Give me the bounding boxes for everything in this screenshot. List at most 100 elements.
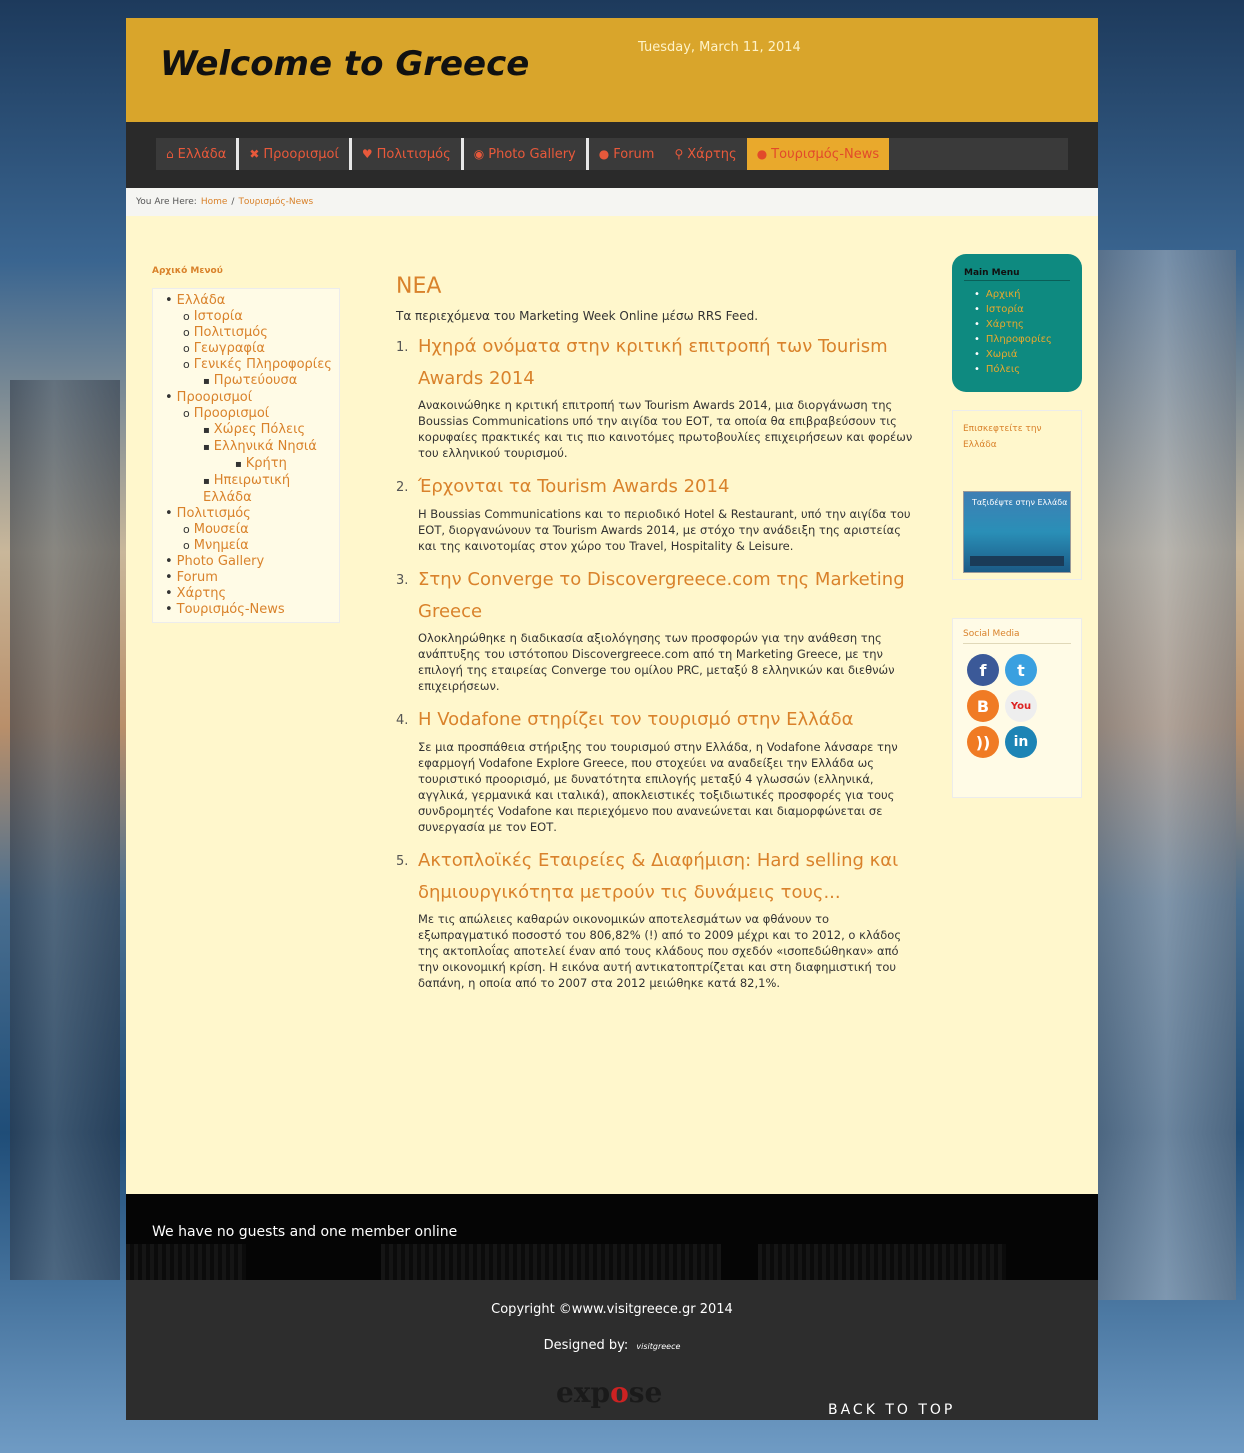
designed-by-label: Designed by: <box>543 1338 629 1353</box>
video-module-title: Επισκεφτείτε την Ελλάδα <box>963 424 1042 450</box>
news-title[interactable]: 4. Η Vodafone στηρίζει τον τουρισμό στην… <box>396 704 916 737</box>
menu-item-crete[interactable]: Κρήτη <box>165 456 339 473</box>
news-title[interactable]: 3. Στην Converge το Discovergreece.com τ… <box>396 564 916 628</box>
video-module: Επισκεφτείτε την Ελλάδα Ταξιδέψτε στην Ε… <box>952 410 1082 580</box>
menu-item-museums[interactable]: Μουσεία <box>165 522 339 538</box>
copyright: Copyright ©www.visitgreece.gr 2014 <box>491 1302 733 1317</box>
menu-item-map[interactable]: Χάρτης <box>165 586 339 602</box>
news-number: 1. <box>396 340 409 355</box>
menu-item-history[interactable]: Ιστορία <box>165 309 339 325</box>
video-thumbnail[interactable]: Ταξιδέψτε στην Ελλάδα <box>963 491 1071 573</box>
menu-item-culture[interactable]: Πολιτισμός <box>165 325 339 341</box>
news-title-link[interactable]: Έρχονται τα Tourism Awards 2014 <box>418 471 729 504</box>
nav-item-map[interactable]: ⚲ Χάρτης <box>664 138 746 170</box>
news-body: Με τις απώλειες καθαρών οικονομικών αποτ… <box>418 912 902 990</box>
main-menu-item[interactable]: Πληροφορίες <box>974 332 1070 347</box>
news-title-link[interactable]: Η Vodafone στηρίζει τον τουρισμό στην Ελ… <box>418 704 854 737</box>
news-body: Ανακοινώθηκε η κριτική επιτροπή των Tour… <box>418 398 913 460</box>
footer-pattern <box>758 1244 1006 1280</box>
background-column-right <box>1096 250 1236 1300</box>
menu-item-label: Μουσεία <box>193 522 249 537</box>
menu-item-forum[interactable]: Forum <box>165 570 339 586</box>
news-number: 5. <box>396 854 409 869</box>
menu-item-label: Forum <box>176 570 218 585</box>
menu-item-photo-gallery[interactable]: Photo Gallery <box>165 554 339 570</box>
logo-text-b: se <box>628 1376 663 1409</box>
nav-item-label: Ελλάδα <box>177 146 227 162</box>
social-media-title: Social Media <box>963 629 1071 644</box>
breadcrumb-home[interactable]: Home <box>201 197 228 207</box>
main-menu-item[interactable]: Πόλεις <box>974 362 1070 377</box>
news-item: 4. Η Vodafone στηρίζει τον τουρισμό στην… <box>396 704 916 835</box>
news-title-link[interactable]: Στην Converge το Discovergreece.com της … <box>418 564 916 628</box>
menu-item-capital[interactable]: Πρωτεύουσα <box>165 373 339 390</box>
main-menu-module: Main Menu Αρχική Ιστορία Χάρτης Πληροφορ… <box>952 254 1082 392</box>
nav-item-label: Χάρτης <box>687 146 737 162</box>
nav-item-culture[interactable]: ♥ Πολιτισμός <box>352 138 464 170</box>
logo-text-o: o <box>610 1376 629 1409</box>
designer-brand[interactable]: visitgreece <box>636 1342 680 1351</box>
news-item: 1. Ηχηρά ονόματα στην κριτική επιτροπή τ… <box>396 331 916 461</box>
main-menu-item[interactable]: Ιστορία <box>974 302 1070 317</box>
menu-item-label: Προορισμοί <box>176 390 253 405</box>
main-menu-item[interactable]: Αρχική <box>974 287 1070 302</box>
nav-item-forum[interactable]: ● Forum <box>589 138 665 170</box>
video-player-bar[interactable] <box>970 556 1064 566</box>
menu-item-countries-cities[interactable]: Χώρες Πόλεις <box>165 422 339 439</box>
menu-item-greece[interactable]: Ελλάδα <box>165 293 339 309</box>
site-title[interactable]: Welcome to Greece <box>160 44 529 84</box>
menu-item-tourism-news[interactable]: Τουρισμός-News <box>165 602 339 618</box>
news-body: Η Boussias Communications και το περιοδι… <box>418 507 911 553</box>
nav-item-destinations[interactable]: ✖ Προορισμοί <box>239 138 352 170</box>
youtube-icon[interactable]: You <box>1005 690 1037 722</box>
menu-item-label: Τουρισμός-News <box>176 602 285 617</box>
menu-item-destinations[interactable]: Προορισμοί <box>165 390 339 406</box>
news-title-link[interactable]: Ακτοπλοϊκές Εταιρείες & Διαφήμιση: Hard … <box>418 845 916 909</box>
news-body: Ολοκληρώθηκε η διαδικασία αξιολόγησης τω… <box>418 631 895 693</box>
menu-item-mainland-greece[interactable]: Ηπειρωτική Ελλάδα <box>165 473 339 506</box>
social-media-module: Social Media f t B You )) in <box>952 618 1082 798</box>
twitter-icon[interactable]: t <box>1005 654 1037 686</box>
news-title-link[interactable]: Ηχηρά ονόματα στην κριτική επιτροπή των … <box>418 331 916 395</box>
news-title[interactable]: 5. Ακτοπλοϊκές Εταιρείες & Διαφήμιση: Ha… <box>396 845 916 909</box>
menu-item-label: Ιστορία <box>193 309 243 324</box>
breadcrumb-prefix: You Are Here: <box>136 197 197 207</box>
video-caption: Ταξιδέψτε στην Ελλάδα <box>972 498 1068 507</box>
main-menu-title: Main Menu <box>964 268 1070 281</box>
rss-icon[interactable]: )) <box>967 726 999 758</box>
menu-item-label: Ηπειρωτική Ελλάδα <box>203 473 291 505</box>
menu-item-culture-top[interactable]: Πολιτισμός <box>165 506 339 522</box>
intro-text: Τα περιεχόμενα του Marketing Week Online… <box>396 309 759 323</box>
menu-item-geography[interactable]: Γεωγραφία <box>165 341 339 357</box>
menu-item-label: Γεωγραφία <box>193 341 265 356</box>
blogger-icon[interactable]: B <box>967 690 999 722</box>
nav-item-greece[interactable]: ⌂ Ελλάδα <box>156 138 240 170</box>
facebook-icon[interactable]: f <box>967 654 999 686</box>
menu-item-general-info[interactable]: Γενικές Πληροφορίες <box>165 357 339 373</box>
nav-item-label: Τουρισμός-News <box>771 146 880 162</box>
cross-icon: ✖ <box>249 147 260 161</box>
main-menu-item[interactable]: Χωριά <box>974 347 1070 362</box>
main-menu-item[interactable]: Χάρτης <box>974 317 1070 332</box>
nav-item-tourism-news[interactable]: ● Τουρισμός-News <box>746 138 890 170</box>
menu-item-monuments[interactable]: Μνημεία <box>165 538 339 554</box>
menu-item-greek-islands[interactable]: Ελληνικά Νησιά <box>165 439 339 456</box>
social-icons: f t B You )) in <box>963 654 1071 758</box>
left-sidebar: Αρχικό Μενού Ελλάδα Ιστορία Πολιτισμός Γ… <box>152 266 340 623</box>
linkedin-icon[interactable]: in <box>1005 726 1037 758</box>
menu-item-label: Προορισμοί <box>193 406 270 421</box>
back-to-top-link[interactable]: BACK TO TOP <box>828 1402 955 1418</box>
nav-item-label: Forum <box>613 146 655 162</box>
nav-item-photo-gallery[interactable]: ◉ Photo Gallery <box>464 138 589 170</box>
news-title[interactable]: 1. Ηχηρά ονόματα στην κριτική επιτροπή τ… <box>396 331 916 395</box>
main-content: ΝΕΑ Τα περιεχόμενα του Marketing Week On… <box>396 274 916 1001</box>
menu-item-label: Κρήτη <box>245 456 287 471</box>
footer-pattern <box>381 1244 721 1280</box>
breadcrumb-separator: / <box>231 197 235 207</box>
menu-item-label: Ελληνικά Νησιά <box>213 439 317 454</box>
news-title[interactable]: 2. Έρχονται τα Tourism Awards 2014 <box>396 471 916 504</box>
menu-item-destinations-sub[interactable]: Προορισμοί <box>165 406 339 422</box>
expose-logo: expose <box>556 1376 662 1409</box>
news-number: 3. <box>396 573 409 588</box>
news-item: 2. Έρχονται τα Tourism Awards 2014 Η Bou… <box>396 471 916 554</box>
